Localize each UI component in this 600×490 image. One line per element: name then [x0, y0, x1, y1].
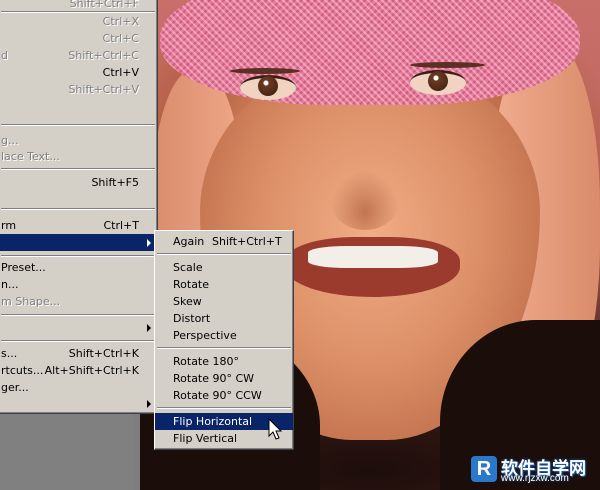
menu-item-paste-into[interactable]: Shift+Ctrl+V	[0, 81, 157, 98]
submenu-item-rotate-90-cw[interactable]: Rotate 90° CW	[155, 370, 293, 387]
menu-item-keyboard-shortcuts[interactable]: rtcuts... Alt+Shift+Ctrl+K	[0, 362, 157, 379]
menu-item-cut[interactable]: Ctrl+X	[0, 13, 157, 30]
mouse-pointer-icon	[268, 418, 283, 440]
submenu-item-rotate-180[interactable]: Rotate 180°	[155, 353, 293, 370]
menu-item-purge[interactable]	[0, 319, 157, 336]
panel-background	[0, 408, 134, 490]
menu-item-define-custom-shape[interactable]: m Shape...	[0, 293, 157, 310]
menu-separator	[1, 168, 155, 170]
edit-menu: Shift+Ctrl+F Ctrl+X Ctrl+C d Shift+Ctrl+C…	[0, 0, 158, 414]
submenu-item-again[interactable]: Again Shift+Ctrl+T	[155, 233, 293, 250]
menu-item-free-transform[interactable]: rm Ctrl+T	[0, 217, 157, 234]
menu-separator	[1, 314, 155, 316]
menu-item-preferences[interactable]	[0, 395, 157, 412]
menu-item-preset-manager[interactable]: ger...	[0, 379, 157, 396]
menu-separator	[1, 208, 155, 210]
submenu-item-rotate-90-ccw[interactable]: Rotate 90° CCW	[155, 387, 293, 404]
menu-item-copy[interactable]: Ctrl+C	[0, 30, 157, 47]
menu-separator	[157, 407, 291, 409]
photo-brow-left	[230, 68, 300, 74]
submenu-arrow-icon	[147, 324, 151, 332]
photo-teeth	[308, 246, 438, 268]
menu-item-check-spelling[interactable]: g...	[0, 132, 157, 149]
photo-iris-left	[258, 76, 278, 96]
menu-item-paste[interactable]: Ctrl+V	[0, 64, 157, 81]
menu-item-color-settings[interactable]: s... Shift+Ctrl+K	[0, 345, 157, 362]
submenu-item-rotate[interactable]: Rotate	[155, 276, 293, 293]
menu-item-transform[interactable]	[0, 234, 157, 251]
transform-submenu: Again Shift+Ctrl+T Scale Rotate Skew Dist…	[154, 230, 294, 450]
watermark: R 软件自学网 www.rjzxw.com	[471, 454, 596, 486]
menu-item-define-pattern[interactable]: n...	[0, 276, 157, 293]
menu-separator	[157, 253, 291, 255]
menu-item-copy-merged[interactable]: d Shift+Ctrl+C	[0, 47, 157, 64]
menu-item-define-brush-preset[interactable]: Preset...	[0, 259, 157, 276]
menu-item-fill[interactable]: Shift+F5	[0, 174, 157, 191]
menu-item-find-replace-text[interactable]: lace Text...	[0, 148, 157, 165]
photo-iris-right	[428, 71, 448, 91]
submenu-item-scale[interactable]: Scale	[155, 259, 293, 276]
menu-separator	[1, 340, 155, 342]
menu-separator	[1, 255, 155, 257]
submenu-item-distort[interactable]: Distort	[155, 310, 293, 327]
watermark-url: www.rjzxw.com	[501, 473, 569, 484]
watermark-logo-icon: R	[471, 456, 497, 482]
submenu-arrow-icon	[147, 400, 151, 408]
photo-nose	[330, 170, 400, 230]
menu-separator	[157, 347, 291, 349]
submenu-item-skew[interactable]: Skew	[155, 293, 293, 310]
photo-hat	[160, 0, 580, 105]
submenu-item-perspective[interactable]: Perspective	[155, 327, 293, 344]
submenu-arrow-icon	[147, 239, 151, 247]
photo-brow-right	[410, 62, 485, 68]
menu-separator	[1, 124, 155, 126]
